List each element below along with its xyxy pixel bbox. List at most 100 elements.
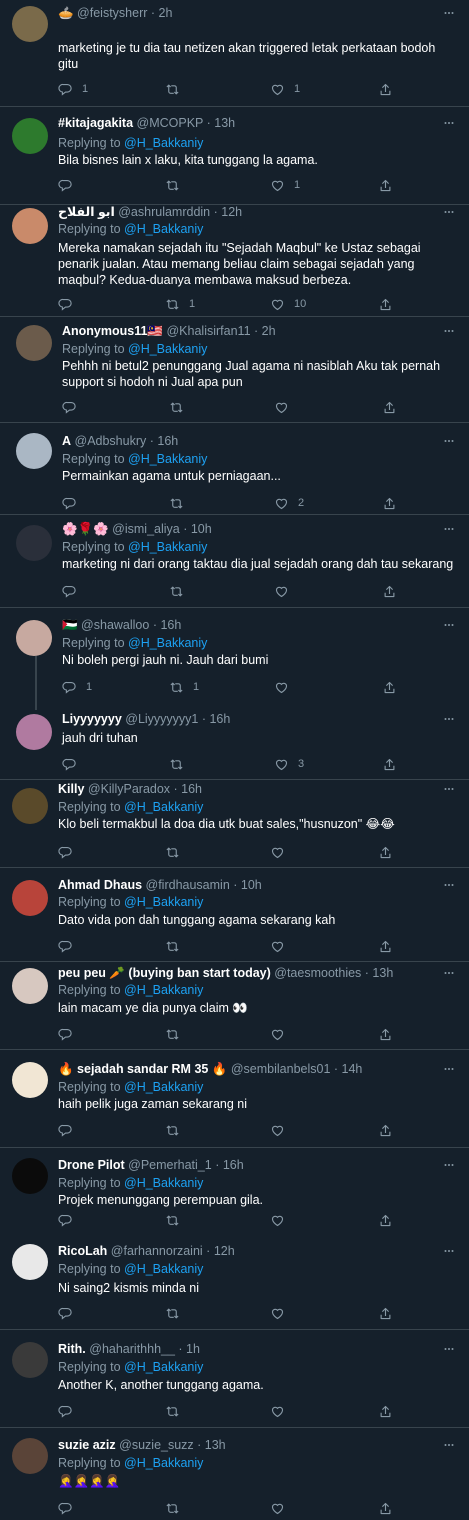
more-options-icon[interactable]: [443, 879, 455, 891]
retweet-button[interactable]: [165, 844, 180, 860]
mention-link[interactable]: @H_Bakkaniy: [124, 1456, 203, 1470]
user-handle[interactable]: @ismi_aliya: [109, 522, 180, 536]
tweet[interactable]: 🌸🌹🌸 @ismi_aliya · 10h Replying to @H_Bakk…: [0, 515, 469, 608]
avatar[interactable]: [12, 1158, 48, 1194]
like-button[interactable]: [274, 583, 289, 599]
share-button[interactable]: [378, 1500, 393, 1516]
share-button[interactable]: [382, 583, 397, 599]
retweet-button[interactable]: [165, 938, 180, 954]
more-options-icon[interactable]: [443, 783, 455, 795]
like-button[interactable]: 2: [274, 495, 304, 511]
reply-button[interactable]: [58, 1122, 73, 1138]
display-name[interactable]: suzie aziz: [58, 1438, 116, 1452]
reply-button[interactable]: [58, 177, 73, 193]
tweet[interactable]: RicoLah @farhannorzaini · 12h Replying to…: [0, 1232, 469, 1330]
retweet-button[interactable]: [169, 495, 184, 511]
display-name[interactable]: Ahmad Dhaus: [58, 878, 142, 892]
mention-link[interactable]: @H_Bakkaniy: [124, 1080, 203, 1094]
tweet[interactable]: 🔥 sejadah sandar RM 35 🔥 @sembilanbels01…: [0, 1050, 469, 1148]
avatar[interactable]: [12, 118, 48, 154]
mention-link[interactable]: @H_Bakkaniy: [124, 800, 203, 814]
retweet-button[interactable]: [169, 756, 184, 772]
reply-button[interactable]: [62, 583, 77, 599]
more-options-icon[interactable]: [443, 206, 455, 218]
share-button[interactable]: [378, 1026, 393, 1042]
retweet-button[interactable]: [165, 1212, 180, 1228]
user-handle[interactable]: @suzie_suzz: [116, 1438, 194, 1452]
share-button[interactable]: [378, 1403, 393, 1419]
like-button[interactable]: [270, 1122, 285, 1138]
timestamp[interactable]: 10h: [191, 522, 212, 536]
tweet[interactable]: A @Adbshukry · 16h Replying to @H_Bakkani…: [0, 423, 469, 515]
share-button[interactable]: [378, 296, 393, 312]
mention-link[interactable]: @H_Bakkaniy: [124, 222, 203, 236]
timestamp[interactable]: 12h: [214, 1244, 235, 1258]
mention-link[interactable]: @H_Bakkaniy: [128, 636, 207, 650]
tweet[interactable]: ابو الفلاح @ashrulamrddin · 12h Replying …: [0, 205, 469, 317]
like-button[interactable]: 1: [270, 177, 300, 193]
avatar[interactable]: [12, 1244, 48, 1280]
reply-button[interactable]: [58, 296, 73, 312]
avatar[interactable]: [16, 714, 52, 750]
share-button[interactable]: [378, 938, 393, 954]
retweet-button[interactable]: [165, 1403, 180, 1419]
share-button[interactable]: [378, 177, 393, 193]
like-button[interactable]: [274, 679, 289, 695]
user-handle[interactable]: @farhannorzaini: [107, 1244, 203, 1258]
mention-link[interactable]: @H_Bakkaniy: [128, 540, 207, 554]
share-button[interactable]: [378, 844, 393, 860]
tweet[interactable]: 🇵🇸 @shawalloo · 16h Replying to @H_Bakkan…: [0, 608, 469, 708]
user-handle[interactable]: @Khalisirfan11: [163, 324, 250, 338]
like-button[interactable]: [270, 844, 285, 860]
tweet[interactable]: peu peu 🥕 (buying ban start today) @taes…: [0, 962, 469, 1050]
user-handle[interactable]: @Pemerhati_1: [125, 1158, 212, 1172]
like-button[interactable]: 3: [274, 756, 304, 772]
display-name[interactable]: Drone Pilot: [58, 1158, 125, 1172]
retweet-button[interactable]: [169, 583, 184, 599]
user-handle[interactable]: @sembilanbels01: [227, 1062, 331, 1076]
reply-button[interactable]: [58, 1305, 73, 1321]
timestamp[interactable]: 13h: [372, 966, 393, 980]
avatar[interactable]: [16, 325, 52, 361]
user-handle[interactable]: @haharithhh__: [86, 1342, 175, 1356]
display-name[interactable]: A: [62, 434, 71, 448]
timestamp[interactable]: 2h: [262, 324, 276, 338]
like-button[interactable]: [274, 399, 289, 415]
reply-button[interactable]: [62, 756, 77, 772]
avatar[interactable]: [12, 1342, 48, 1378]
timestamp[interactable]: 12h: [221, 205, 242, 219]
retweet-button[interactable]: 1: [165, 296, 195, 312]
avatar[interactable]: [12, 1438, 48, 1474]
mention-link[interactable]: @H_Bakkaniy: [124, 895, 203, 909]
display-name[interactable]: RicoLah: [58, 1244, 107, 1258]
avatar[interactable]: [16, 433, 52, 469]
display-name[interactable]: Killy: [58, 782, 84, 796]
more-options-icon[interactable]: [443, 117, 455, 129]
mention-link[interactable]: @H_Bakkaniy: [124, 136, 203, 150]
user-handle[interactable]: @feistysherr: [77, 6, 147, 20]
tweet[interactable]: suzie aziz @suzie_suzz · 13h Replying to …: [0, 1428, 469, 1520]
user-handle[interactable]: @KillyParadox: [84, 782, 170, 796]
reply-button[interactable]: [62, 399, 77, 415]
user-handle[interactable]: @ashrulamrddin: [115, 205, 210, 219]
retweet-button[interactable]: [169, 399, 184, 415]
user-handle[interactable]: @MCOPKP: [133, 116, 204, 130]
like-button[interactable]: [270, 1212, 285, 1228]
user-handle[interactable]: @firdhausamin: [142, 878, 230, 892]
mention-link[interactable]: @H_Bakkaniy: [124, 1262, 203, 1276]
mention-link[interactable]: @H_Bakkaniy: [124, 983, 203, 997]
avatar[interactable]: [12, 6, 48, 42]
display-name[interactable]: Liyyyyyyy: [62, 712, 122, 726]
mention-link[interactable]: @H_Bakkaniy: [128, 342, 207, 356]
user-handle[interactable]: @taesmoothies: [271, 966, 361, 980]
display-name[interactable]: 🔥 sejadah sandar RM 35 🔥: [58, 1062, 227, 1076]
like-button[interactable]: 1: [270, 81, 300, 97]
share-button[interactable]: [382, 756, 397, 772]
timestamp[interactable]: 16h: [181, 782, 202, 796]
avatar[interactable]: [12, 880, 48, 916]
share-button[interactable]: [382, 495, 397, 511]
display-name[interactable]: peu peu 🥕 (buying ban start today): [58, 966, 271, 980]
like-button[interactable]: 10: [270, 296, 306, 312]
like-button[interactable]: [270, 938, 285, 954]
retweet-button[interactable]: [165, 1026, 180, 1042]
